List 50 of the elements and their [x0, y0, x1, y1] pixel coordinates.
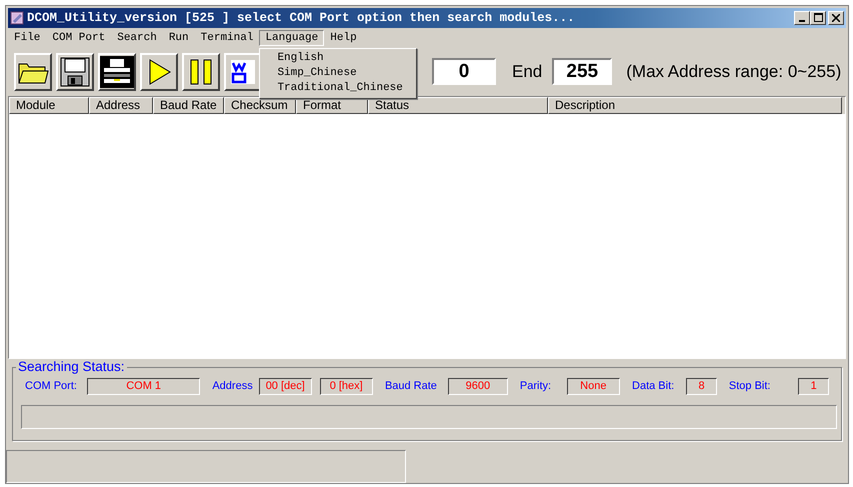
- menu-item[interactable]: File: [8, 30, 46, 46]
- status-value: 0 [hex]: [320, 378, 373, 395]
- status-label: Parity:: [518, 380, 552, 392]
- maximize-button[interactable]: [810, 10, 826, 25]
- status-value: 8: [686, 378, 717, 395]
- play-button[interactable]: [140, 52, 178, 91]
- range-note: (Max Address range: 0~255): [626, 62, 842, 82]
- column-header[interactable]: Description: [548, 97, 842, 114]
- column-header[interactable]: Status: [368, 97, 548, 114]
- group-title: Searching Status:: [16, 359, 127, 374]
- window-title: DCOM_Utility_version [525 ] select COM Port option then search modules...: [27, 10, 575, 25]
- column-header[interactable]: Module: [9, 97, 89, 114]
- app-icon: [10, 10, 24, 25]
- menu-option[interactable]: Simp_Chinese: [260, 66, 416, 82]
- menu-option[interactable]: English: [260, 51, 416, 66]
- printer-icon: [100, 56, 134, 88]
- end-label: End: [512, 62, 542, 82]
- column-header[interactable]: Checksum: [224, 97, 296, 114]
- save-button[interactable]: [56, 52, 94, 91]
- status-value: None: [566, 378, 620, 395]
- menu-item[interactable]: Help: [324, 30, 363, 46]
- wizard-button[interactable]: [224, 52, 262, 91]
- status-label: Data Bit:: [631, 380, 676, 392]
- status-value: COM 1: [86, 378, 200, 395]
- printer-button[interactable]: [98, 52, 136, 91]
- pause-button[interactable]: [182, 52, 220, 91]
- menu-item[interactable]: COM Port: [46, 30, 112, 46]
- maximize-icon: [814, 13, 822, 22]
- status-label: Baud Rate: [384, 380, 438, 392]
- status-value: 9600: [448, 378, 508, 395]
- menu-item[interactable]: Search: [111, 30, 163, 46]
- column-header[interactable]: Format: [296, 97, 368, 114]
- minimize-icon: [799, 20, 805, 22]
- status-label: Address: [211, 380, 254, 392]
- open-folder-button[interactable]: [14, 52, 52, 91]
- menu-option[interactable]: Traditional_Chinese: [260, 81, 416, 96]
- menu-item[interactable]: Terminal: [194, 30, 260, 46]
- menu-item[interactable]: Language: [259, 30, 324, 46]
- status-value: 1: [798, 378, 829, 395]
- close-button[interactable]: [828, 10, 844, 25]
- close-icon: [832, 14, 840, 22]
- start-address-field[interactable]: 0: [432, 58, 496, 86]
- menu-item[interactable]: Run: [162, 30, 195, 46]
- status-label: Stop Bit:: [728, 380, 772, 392]
- minimize-button[interactable]: [794, 10, 810, 25]
- status-value: 00 [dec]: [259, 378, 312, 395]
- status-label: COM Port:: [24, 380, 78, 392]
- column-header[interactable]: Address: [89, 97, 153, 114]
- end-address-field[interactable]: 255: [552, 58, 612, 86]
- column-header[interactable]: Baud Rate: [153, 97, 224, 114]
